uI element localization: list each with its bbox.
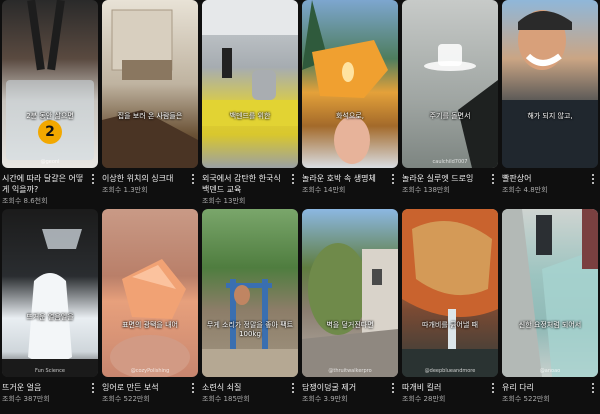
short-thumbnail[interactable]: 따개비를 긁어낼 때 @deepblueandmore [402, 209, 498, 377]
more-options-icon[interactable] [588, 172, 598, 186]
short-title[interactable]: 따개비 킬러 [402, 382, 484, 393]
thumbnail-caption: 따개비를 긁어낼 때 [422, 321, 478, 329]
more-options-icon[interactable] [488, 381, 498, 395]
thumbnail-art [402, 209, 498, 377]
short-title[interactable]: 담쟁이덩굴 제거 [302, 382, 384, 393]
short-thumbnail[interactable]: 신한 요정처럼 되어서 @anoao [502, 209, 598, 377]
more-options-icon[interactable] [388, 381, 398, 395]
short-thumbnail[interactable]: 뜨거운 얼음일을 Fun Science [2, 209, 98, 377]
short-card[interactable]: 신한 요정처럼 되어서 @anoao 유리 다리 조회수 522만회 [502, 209, 598, 414]
watermark: @thruitwalkerpro [328, 368, 372, 374]
number-badge: 2 [45, 124, 55, 140]
short-card[interactable]: 해가 되지 않고, 빨판상어 조회수 4.8만회 [502, 0, 598, 205]
short-card[interactable]: 무게 소리가 정말을 좋아 팩트 100kg 소련식 쇠질 조회수 185만회 [202, 209, 298, 414]
thumbnail-art [302, 243, 398, 377]
thumbnail-art [2, 229, 98, 377]
more-options-icon[interactable] [88, 381, 98, 395]
watermark: caulchild7007 [432, 159, 468, 165]
thumbnail-art [110, 259, 190, 377]
watermark: @anoao [539, 368, 561, 374]
view-count: 조회수 8.6천회 [2, 197, 48, 205]
short-title[interactable]: 시간에 따라 달걀은 어떻게 익을까? [2, 173, 84, 195]
more-options-icon[interactable] [188, 172, 198, 186]
short-thumbnail[interactable]: 백덴드를 위한 [202, 0, 298, 168]
view-count: 조회수 522만회 [102, 395, 150, 403]
short-title[interactable]: 잉어로 만든 보석 [102, 382, 184, 393]
watermark: @cozyPolishing [130, 368, 170, 374]
short-card[interactable]: 화석으로, 놀라운 호박 속 생명체 조회수 14만회 [302, 0, 398, 205]
view-count: 조회수 14만회 [302, 186, 346, 194]
thumbnail-caption: 백덴드를 위한 [229, 112, 271, 120]
thumbnail-caption: 해가 되지 않고, [527, 112, 573, 120]
thumbnail-art [202, 279, 298, 377]
short-thumbnail[interactable]: 주기를 돌면서 caulchild7007 [402, 0, 498, 168]
thumbnail-caption: 표면의 광택을 내어 [122, 321, 178, 329]
view-count: 조회수 4.8만회 [502, 186, 548, 194]
short-thumbnail[interactable]: 집을 보러 온 사람들은 [102, 0, 198, 168]
short-thumbnail[interactable]: 무게 소리가 정말을 좋아 팩트 100kg [202, 209, 298, 377]
thumbnail-art [502, 209, 598, 377]
short-title[interactable]: 놀라운 호박 속 생명체 [302, 173, 384, 184]
thumbnail-art [102, 9, 198, 168]
more-options-icon[interactable] [388, 172, 398, 186]
more-options-icon[interactable] [288, 172, 298, 186]
watermark: @geonl [40, 159, 60, 165]
thumbnail-art [502, 10, 598, 168]
short-thumbnail[interactable]: 화석으로, [302, 0, 398, 168]
more-options-icon[interactable] [288, 381, 298, 395]
short-thumbnail[interactable]: 벽을 덮거진다면 @thruitwalkerpro [302, 209, 398, 377]
view-count: 조회수 185만회 [202, 395, 250, 403]
short-card[interactable]: 집을 보러 온 사람들은 이상한 위치의 싱크대 조회수 1.3만회 [102, 0, 198, 205]
short-card[interactable]: 백덴드를 위한 외국에서 감탄한 한국식 백덴드 교육 조회수 13만회 [202, 0, 298, 205]
short-title[interactable]: 소련식 쇠질 [202, 382, 284, 393]
short-thumbnail[interactable]: 해가 되지 않고, [502, 0, 598, 168]
short-card[interactable]: 2분 동안 삶으면 2 @geonl 시간에 따라 달걀은 어떻게 익을까? 조… [2, 0, 98, 205]
thumbnail-caption: 뜨거운 얼음일을 [26, 313, 74, 321]
thumbnail-art [302, 0, 388, 164]
watermark: @deepblueandmore [424, 368, 476, 374]
shorts-grid: 2분 동안 삶으면 2 @geonl 시간에 따라 달걀은 어떻게 익을까? 조… [0, 0, 600, 414]
short-card[interactable]: 벽을 덮거진다면 @thruitwalkerpro 담쟁이덩굴 제거 조회수 3… [302, 209, 398, 414]
short-card[interactable]: 따개비를 긁어낼 때 @deepblueandmore 따개비 킬러 조회수 2… [402, 209, 498, 414]
view-count: 조회수 28만회 [402, 395, 446, 403]
view-count: 조회수 1.3만회 [102, 186, 148, 194]
short-thumbnail[interactable]: 표면의 광택을 내어 @cozyPolishing [102, 209, 198, 377]
thumbnail-caption: 신한 요정처럼 되어서 [518, 321, 582, 329]
more-options-icon[interactable] [488, 172, 498, 186]
thumbnail-art [202, 0, 298, 126]
more-options-icon[interactable] [588, 381, 598, 395]
short-card[interactable]: 뜨거운 얼음일을 Fun Science 뜨거운 얼음 조회수 387만회 [2, 209, 98, 414]
more-options-icon[interactable] [188, 381, 198, 395]
thumbnail-art [6, 0, 94, 160]
thumbnail-caption: 주기를 돌면서 [429, 112, 471, 120]
short-card[interactable]: 주기를 돌면서 caulchild7007 놀라운 실루엣 드로잉 조회수 13… [402, 0, 498, 205]
short-thumbnail[interactable]: 2분 동안 삶으면 2 @geonl [2, 0, 98, 168]
short-title[interactable]: 외국에서 감탄한 한국식 백덴드 교육 [202, 173, 284, 195]
thumbnail-caption: 집을 보러 온 사람들은 [117, 112, 183, 120]
short-title[interactable]: 이상한 위치의 싱크대 [102, 173, 184, 184]
view-count: 조회수 387만회 [2, 395, 50, 403]
thumbnail-caption: 화석으로, [336, 112, 364, 120]
thumbnail-caption: 2분 동안 삶으면 [26, 112, 74, 120]
short-title[interactable]: 뜨거운 얼음 [2, 382, 84, 393]
watermark: Fun Science [35, 368, 65, 374]
more-options-icon[interactable] [88, 172, 98, 186]
view-count: 조회수 138만회 [402, 186, 450, 194]
thumbnail-caption: 무게 소리가 정말을 좋아 팩트 100kg [206, 321, 294, 338]
thumbnail-caption: 벽을 덮거진다면 [326, 321, 374, 329]
short-title[interactable]: 놀라운 실루엣 드로잉 [402, 173, 484, 184]
short-title[interactable]: 빨판상어 [502, 173, 584, 184]
view-count: 조회수 13만회 [202, 197, 246, 205]
short-card[interactable]: 표면의 광택을 내어 @cozyPolishing 잉어로 만든 보석 조회수 … [102, 209, 198, 414]
short-title[interactable]: 유리 다리 [502, 382, 584, 393]
thumbnail-art [424, 44, 498, 168]
view-count: 조회수 3.9만회 [302, 395, 348, 403]
view-count: 조회수 522만회 [502, 395, 550, 403]
